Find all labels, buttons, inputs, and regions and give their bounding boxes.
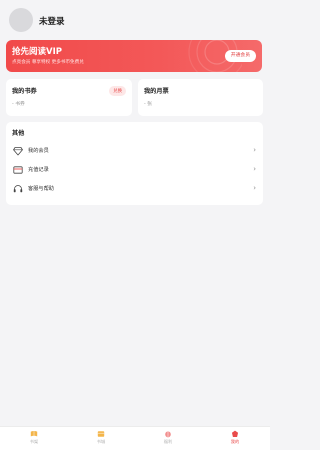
coupons-title: 我的书券 [12,88,37,95]
nav-item-bookshelf[interactable]: 书架 [14,430,54,450]
avatar[interactable] [9,8,33,32]
nav-item-bookstore[interactable]: 书城 [81,430,121,450]
monthly-ticket-value: - 张 [144,102,153,107]
redeem-button[interactable]: 兑换 [109,86,126,96]
vip-title: 抢先阅读VIP [12,47,62,57]
profile-header: 未登录 [0,0,270,40]
other-section: 其他 我的会员 › 充值记录 › 客服与帮助 › [6,122,263,205]
profile-icon [231,430,239,438]
nav-label: 我的 [230,439,240,444]
list-item-label: 充值记录 [28,167,49,173]
list-item-label: 我的会员 [28,148,49,154]
chevron-right-icon: › [253,165,256,173]
coupons-value: - 书券 [12,102,25,107]
list-item-recharge-records[interactable]: 充值记录 › [6,161,263,179]
vip-banner[interactable]: 抢先阅读VIP 点亮会员 尊享特权 更多书币免费兑 开通会员 [6,40,262,72]
nav-item-me[interactable]: 我的 [215,430,255,450]
nav-label: 书架 [29,439,39,444]
open-vip-button[interactable]: 开通会员 [224,50,256,62]
monthly-ticket-card[interactable]: 我的月票 - 张 [138,79,263,116]
list-item-my-vip[interactable]: 我的会员 › [6,142,263,160]
list-item-support[interactable]: 客服与帮助 › [6,180,263,198]
chevron-right-icon: › [253,146,256,154]
card-icon [13,166,23,174]
username-label[interactable]: 未登录 [39,15,65,27]
nav-label: 书城 [96,439,106,444]
nav-label: 福利 [163,439,173,444]
bottom-navigation: 书架 书城 福利 我的 [0,426,270,450]
list-item-label: 客服与帮助 [28,186,54,192]
nav-item-welfare[interactable]: 福利 [148,430,188,450]
bookstore-icon [97,431,105,437]
gift-icon [165,431,171,438]
coupons-card[interactable]: 我的书券 兑换 - 书券 [6,79,132,116]
bookshelf-icon [30,431,38,437]
section-title: 其他 [12,130,25,137]
vip-subtitle: 点亮会员 尊享特权 更多书币免费兑 [12,60,84,65]
monthly-ticket-title: 我的月票 [144,88,169,95]
chevron-right-icon: › [253,184,256,192]
diamond-icon [13,147,23,156]
headset-icon [13,185,23,193]
